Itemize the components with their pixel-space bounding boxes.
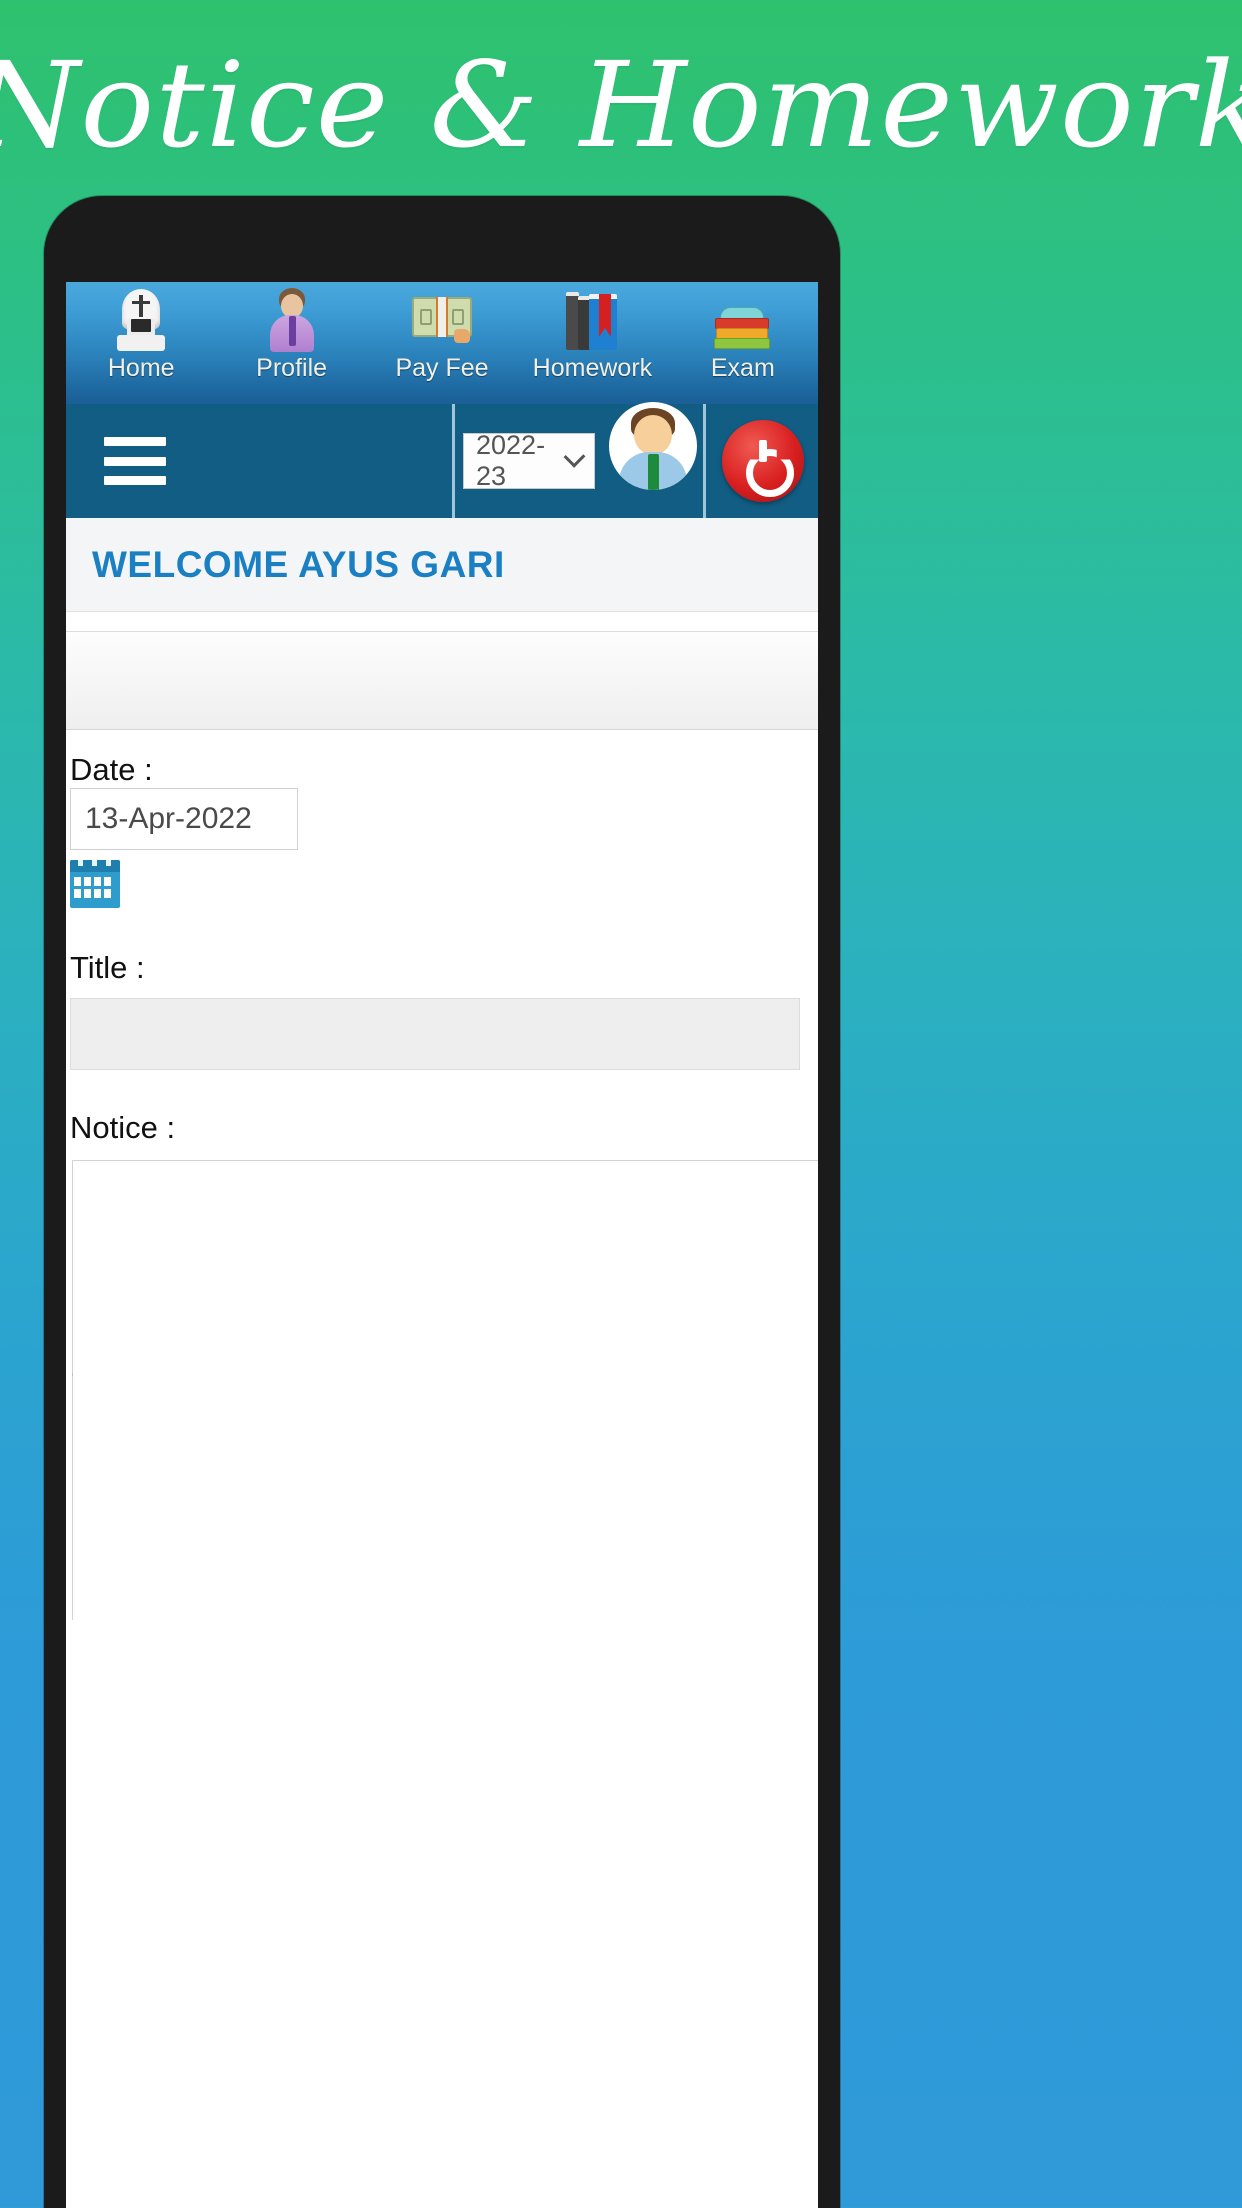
panel-strip-white bbox=[66, 612, 818, 632]
promo-title: Notice & Homework bbox=[0, 36, 1242, 174]
nav-label-profile: Profile bbox=[256, 354, 328, 382]
date-label: Date : bbox=[70, 752, 153, 787]
user-avatar-icon bbox=[609, 402, 697, 490]
hamburger-line bbox=[104, 437, 166, 446]
date-input[interactable]: 13-Apr-2022 bbox=[70, 788, 298, 850]
phone-device-frame: Home Profile Pay Fee Homework Exam 2022-… bbox=[44, 196, 840, 2208]
notice-form: Date : 13-Apr-2022 Title : Notice : bbox=[66, 738, 818, 1620]
school-crest-icon bbox=[113, 288, 169, 352]
title-input[interactable] bbox=[70, 998, 800, 1070]
nav-label-pay-fee: Pay Fee bbox=[395, 354, 489, 382]
session-cell: 2022-23 bbox=[452, 404, 603, 518]
notice-textarea[interactable] bbox=[72, 1160, 818, 1620]
nav-item-homework[interactable]: Homework bbox=[517, 282, 667, 404]
welcome-text: WELCOME AYUS GARI bbox=[92, 543, 505, 585]
power-icon bbox=[742, 440, 784, 482]
nav-label-homework: Homework bbox=[532, 354, 653, 382]
session-select[interactable]: 2022-23 bbox=[463, 430, 595, 491]
books-icon bbox=[564, 288, 620, 352]
title-field-group: Title : bbox=[66, 950, 818, 1070]
hamburger-menu-icon[interactable] bbox=[104, 437, 166, 485]
app-toolbar: 2022-23 bbox=[66, 402, 818, 518]
notice-label: Notice : bbox=[70, 1110, 176, 1145]
person-icon bbox=[266, 288, 318, 352]
avatar-cell[interactable] bbox=[603, 402, 703, 518]
nav-label-home: Home bbox=[107, 354, 175, 382]
money-icon bbox=[412, 288, 473, 352]
hamburger-line bbox=[104, 476, 166, 485]
power-cell bbox=[703, 404, 818, 518]
book-stack-icon bbox=[713, 288, 772, 352]
nav-label-exam: Exam bbox=[710, 354, 775, 382]
notice-field-group: Notice : bbox=[66, 1110, 818, 1620]
nav-item-profile[interactable]: Profile bbox=[216, 282, 366, 404]
power-logout-button[interactable] bbox=[722, 420, 804, 502]
title-label: Title : bbox=[70, 950, 145, 985]
session-value: 2022-23 bbox=[476, 430, 546, 491]
nav-item-home[interactable]: Home bbox=[66, 282, 216, 404]
panel-strip-grey bbox=[66, 632, 818, 730]
date-field-group: Date : 13-Apr-2022 bbox=[66, 752, 818, 908]
calendar-picker-icon[interactable] bbox=[70, 860, 120, 908]
hamburger-line bbox=[104, 456, 166, 466]
icon-nav-bar: Home Profile Pay Fee Homework Exam bbox=[66, 282, 818, 404]
nav-item-pay-fee[interactable]: Pay Fee bbox=[367, 282, 517, 404]
nav-item-exam[interactable]: Exam bbox=[668, 282, 818, 404]
welcome-bar: WELCOME AYUS GARI bbox=[66, 518, 818, 612]
phone-screen: Home Profile Pay Fee Homework Exam 2022-… bbox=[66, 282, 818, 2208]
